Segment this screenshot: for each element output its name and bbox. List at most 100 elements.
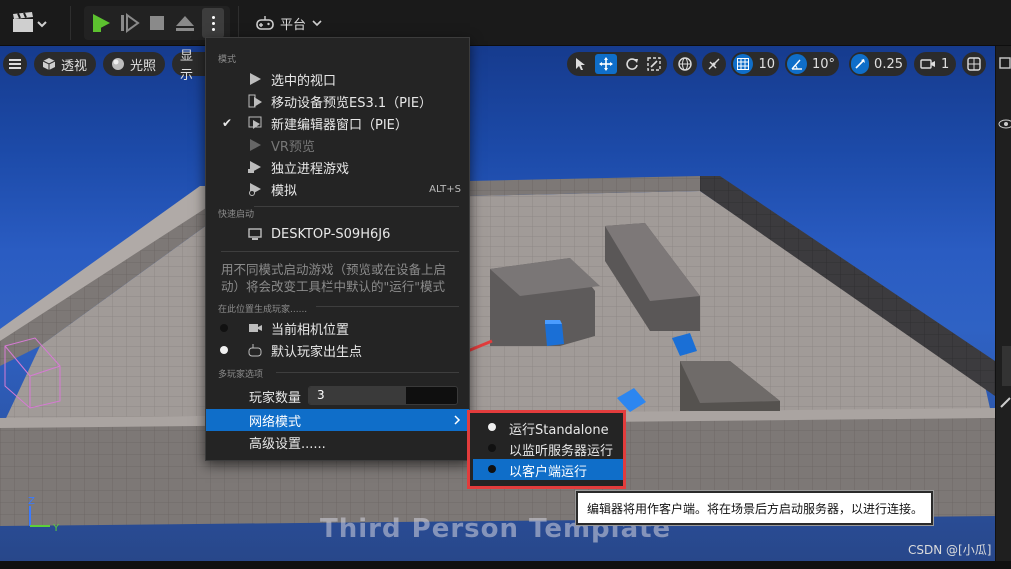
simulate-icon: [249, 183, 261, 196]
player-count-label: 玩家数量: [249, 390, 302, 406]
scale-snap-button[interactable]: 0.25: [849, 52, 907, 76]
stop-icon[interactable]: [146, 12, 168, 34]
camera-speed-value: 1: [941, 56, 950, 72]
grid-snap-value: 10: [758, 56, 775, 72]
standalone-play-icon: [248, 161, 261, 173]
vr-headset-icon: [250, 139, 261, 151]
menu-divider: [221, 251, 459, 252]
menu-item-label: 模拟: [271, 183, 298, 199]
layout-button[interactable]: [962, 52, 986, 76]
show-label: 显示: [180, 49, 194, 83]
menu-item-label: 高级设置......: [249, 436, 326, 452]
advance-frame-icon[interactable]: [118, 12, 140, 34]
menu-item-standalone-game[interactable]: 独立进程游戏: [206, 156, 469, 178]
menu-item-label: 新建编辑器窗口（PIE）: [271, 117, 408, 133]
checkmark-icon: ✔: [222, 116, 233, 130]
hamburger-icon: [9, 59, 21, 69]
net-mode-tooltip: 编辑器将用作客户端。将在场景后方启动服务器，以进行连接。: [576, 491, 933, 525]
more-dots-icon: [211, 27, 215, 31]
player-count-spinbox[interactable]: 3: [308, 386, 458, 405]
menu-item-label: 默认玩家出生点: [271, 344, 363, 360]
radio-dot-icon: [488, 465, 496, 473]
menu-divider: [316, 306, 459, 307]
player-start-icon: [248, 344, 262, 357]
angle-icon: [791, 59, 802, 70]
platform-label: 平台: [280, 17, 307, 33]
eye-icon[interactable]: [996, 114, 1011, 134]
menu-item-label: 移动设备预览ES3.1（PIE）: [271, 95, 433, 111]
clapper-menu-button[interactable]: [10, 6, 48, 40]
rotation-snap-value: 10°: [811, 56, 835, 72]
grid-snap-button[interactable]: 10: [731, 52, 779, 76]
menu-item-simulate[interactable]: 模拟 ALT+S: [206, 178, 469, 200]
grid-snap-toggle[interactable]: [733, 54, 754, 74]
surface-snap-button[interactable]: [702, 52, 726, 76]
toolbar-separator: [70, 6, 71, 40]
chevron-right-icon: [454, 415, 461, 425]
menu-item-mobile-preview[interactable]: 移动设备预览ES3.1（PIE）: [206, 90, 469, 112]
toolbar-separator: [238, 6, 239, 40]
rotation-snap-toggle[interactable]: [787, 54, 807, 74]
camera-icon: [920, 59, 935, 69]
camera-icon: [249, 324, 262, 332]
monitor-icon: [248, 228, 262, 240]
play-triangle-icon: [250, 73, 261, 85]
scale-snap-value: 0.25: [874, 56, 903, 72]
eject-icon[interactable]: [174, 12, 196, 34]
viewport-menu-button[interactable]: [3, 52, 27, 76]
play-options-button[interactable]: [202, 8, 224, 38]
shortcut-label: ALT+S: [429, 183, 461, 195]
play-options-menu: 模式 选中的视口 移动设备预览ES3.1（PIE） ✔ 新建编辑器窗口（PIE）…: [205, 37, 470, 461]
pencil-icon[interactable]: [996, 392, 1011, 412]
menu-item-net-mode[interactable]: 网络模式: [206, 409, 469, 431]
menu-item-new-editor-window[interactable]: ✔ 新建编辑器窗口（PIE）: [206, 112, 469, 134]
world-space-button[interactable]: [673, 52, 697, 76]
menu-item-label: 选中的视口: [271, 73, 337, 89]
menu-item-spawn-default[interactable]: 默认玩家出生点: [206, 339, 469, 361]
surface-snap-icon: [708, 58, 720, 70]
menu-item-selected-viewport[interactable]: 选中的视口: [206, 68, 469, 90]
submenu-item-label: 以客户端运行: [509, 465, 588, 480]
play-controls: [84, 6, 230, 40]
clapperboard-icon: [13, 12, 47, 32]
radio-dot-icon: [220, 324, 228, 332]
section-header-spawn: 在此位置生成玩家......: [218, 305, 308, 315]
chevron-down-icon: [312, 20, 322, 27]
menu-item-device[interactable]: DESKTOP-S09H6J6: [206, 223, 469, 245]
submenu-item-listen-server[interactable]: 以监听服务器运行: [473, 438, 623, 459]
select-cursor-icon[interactable]: [573, 57, 587, 71]
play-icon[interactable]: [90, 12, 112, 34]
scale-snap-toggle[interactable]: [851, 54, 870, 74]
scale-arrow-icon: [855, 59, 866, 69]
menu-item-label: 当前相机位置: [271, 322, 350, 338]
perspective-button[interactable]: 透视: [34, 52, 96, 76]
submenu-item-standalone[interactable]: 运行Standalone: [473, 417, 623, 438]
radio-dot-icon: [220, 346, 228, 354]
submenu-item-label: 运行Standalone: [509, 423, 609, 438]
rotate-icon[interactable]: [625, 57, 639, 71]
menu-item-label: 网络模式: [249, 414, 302, 430]
translate-tool[interactable]: [595, 54, 617, 74]
scale-icon[interactable]: [647, 57, 661, 71]
rotation-snap-button[interactable]: 10°: [785, 52, 839, 76]
cube-icon: [42, 58, 56, 70]
panel-scrollbar[interactable]: [1002, 346, 1011, 386]
mobile-play-icon: [248, 94, 262, 108]
main-toolbar: 平台: [0, 0, 1011, 46]
platform-button[interactable]: 平台: [256, 10, 322, 36]
outliner-icon[interactable]: [996, 52, 1011, 82]
radio-dot-icon: [488, 444, 496, 452]
net-mode-submenu: 运行Standalone 以监听服务器运行 以客户端运行: [467, 410, 626, 489]
camera-speed-button[interactable]: 1: [914, 52, 956, 76]
section-header-quick-launch: 快速启动: [218, 210, 255, 220]
move-arrows-icon: [599, 57, 613, 71]
lit-mode-button[interactable]: 光照: [103, 52, 165, 76]
watermark: CSDN @[小瓜]: [908, 543, 992, 557]
device-name-label: DESKTOP-S09H6J6: [271, 226, 391, 242]
section-header-mode: 模式: [218, 55, 237, 65]
menu-item-spawn-camera[interactable]: 当前相机位置: [206, 317, 469, 339]
submenu-item-client[interactable]: 以客户端运行: [473, 459, 623, 480]
perspective-label: 透视: [61, 58, 88, 74]
grid-icon: [737, 58, 750, 70]
menu-item-advanced-settings[interactable]: 高级设置......: [206, 431, 469, 453]
